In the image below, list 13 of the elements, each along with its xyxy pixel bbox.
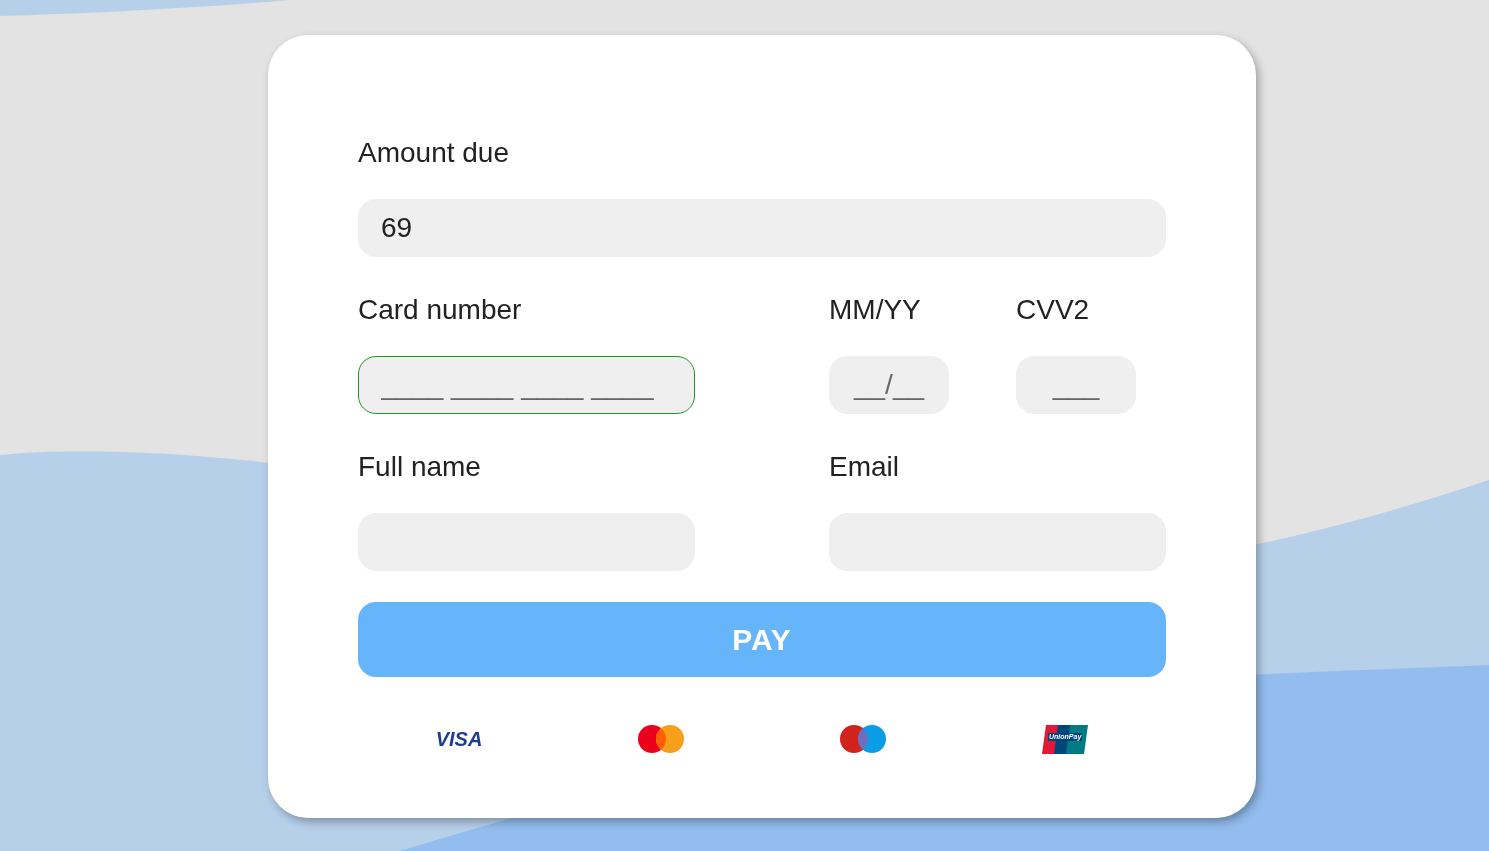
overlapping-circles-icon <box>638 724 684 754</box>
field-label: MM/YY <box>829 295 922 325</box>
field-label: Full name <box>358 452 482 482</box>
field-label: Email <box>829 452 900 482</box>
cvv-field[interactable]: ___ <box>1016 356 1136 414</box>
overlapping-circles-icon <box>840 724 886 754</box>
field-label: CVV2 <box>1016 295 1091 325</box>
visa-logo: VISA <box>435 727 483 751</box>
field-label: Card number <box>358 295 523 325</box>
expiry-field[interactable]: __/__ <box>829 356 949 414</box>
field-label: Amount due <box>358 138 510 168</box>
card-number-field[interactable]: ____ ____ ____ ____ <box>358 356 695 414</box>
amount-field[interactable]: 69 <box>358 199 1166 257</box>
